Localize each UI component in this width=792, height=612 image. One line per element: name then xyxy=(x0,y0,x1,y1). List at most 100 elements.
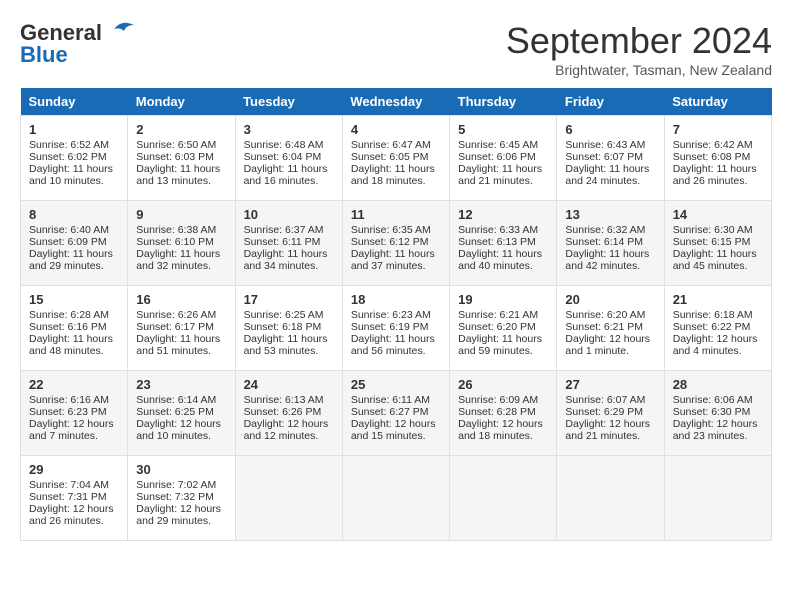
sunset-text: Sunset: 6:14 PM xyxy=(565,236,643,248)
sunrise-text: Sunrise: 6:40 AM xyxy=(29,224,109,236)
calendar-cell: 1Sunrise: 6:52 AMSunset: 6:02 PMDaylight… xyxy=(21,116,128,201)
sunset-text: Sunset: 6:16 PM xyxy=(29,321,107,333)
calendar-cell: 20Sunrise: 6:20 AMSunset: 6:21 PMDayligh… xyxy=(557,286,664,371)
sunset-text: Sunset: 6:06 PM xyxy=(458,151,536,163)
calendar-cell: 21Sunrise: 6:18 AMSunset: 6:22 PMDayligh… xyxy=(664,286,771,371)
calendar-header-row: SundayMondayTuesdayWednesdayThursdayFrid… xyxy=(21,88,772,116)
sunset-text: Sunset: 6:26 PM xyxy=(244,406,322,418)
day-number: 5 xyxy=(458,122,548,137)
calendar-week-row: 1Sunrise: 6:52 AMSunset: 6:02 PMDaylight… xyxy=(21,116,772,201)
sunset-text: Sunset: 6:08 PM xyxy=(673,151,751,163)
day-number: 9 xyxy=(136,207,226,222)
calendar-cell: 3Sunrise: 6:48 AMSunset: 6:04 PMDaylight… xyxy=(235,116,342,201)
calendar-week-row: 29Sunrise: 7:04 AMSunset: 7:31 PMDayligh… xyxy=(21,456,772,541)
calendar-cell: 13 Sunrise: 6:32 AMSunset: 6:14 PMDayligh… xyxy=(557,201,664,286)
sunrise-text: Sunrise: 6:50 AM xyxy=(136,139,216,151)
daylight-text: Daylight: 12 hours and 10 minutes. xyxy=(136,418,221,442)
calendar-cell: 26Sunrise: 6:09 AMSunset: 6:28 PMDayligh… xyxy=(450,371,557,456)
calendar-body: 1Sunrise: 6:52 AMSunset: 6:02 PMDaylight… xyxy=(21,116,772,541)
day-number: 26 xyxy=(458,377,548,392)
day-number: 19 xyxy=(458,292,548,307)
sunrise-text: Sunrise: 6:48 AM xyxy=(244,139,324,151)
day-number: 29 xyxy=(29,462,119,477)
calendar-week-row: 8Sunrise: 6:40 AMSunset: 6:09 PMDaylight… xyxy=(21,201,772,286)
calendar-cell: 7Sunrise: 6:42 AMSunset: 6:08 PMDaylight… xyxy=(664,116,771,201)
daylight-text: Daylight: 12 hours and 1 minute. xyxy=(565,333,650,357)
sunrise-text: Sunrise: 6:32 AM xyxy=(565,224,645,236)
sunset-text: Sunset: 6:20 PM xyxy=(458,321,536,333)
calendar-week-row: 22Sunrise: 6:16 AMSunset: 6:23 PMDayligh… xyxy=(21,371,772,456)
sunrise-text: Sunrise: 6:33 AM xyxy=(458,224,538,236)
day-number: 12 xyxy=(458,207,548,222)
daylight-text: Daylight: 11 hours and 26 minutes. xyxy=(673,163,757,187)
calendar-cell: 28Sunrise: 6:06 AMSunset: 6:30 PMDayligh… xyxy=(664,371,771,456)
sunrise-text: Sunrise: 6:07 AM xyxy=(565,394,645,406)
sunset-text: Sunset: 6:19 PM xyxy=(351,321,429,333)
day-number: 22 xyxy=(29,377,119,392)
sunrise-text: Sunrise: 6:43 AM xyxy=(565,139,645,151)
daylight-text: Daylight: 11 hours and 18 minutes. xyxy=(351,163,435,187)
daylight-text: Daylight: 11 hours and 42 minutes. xyxy=(565,248,649,272)
calendar-cell: 5Sunrise: 6:45 AMSunset: 6:06 PMDaylight… xyxy=(450,116,557,201)
sunrise-text: Sunrise: 7:04 AM xyxy=(29,479,109,491)
daylight-text: Daylight: 11 hours and 29 minutes. xyxy=(29,248,113,272)
title-section: September 2024 Brightwater, Tasman, New … xyxy=(506,20,772,78)
sunrise-text: Sunrise: 6:16 AM xyxy=(29,394,109,406)
daylight-text: Daylight: 11 hours and 37 minutes. xyxy=(351,248,435,272)
daylight-text: Daylight: 11 hours and 48 minutes. xyxy=(29,333,113,357)
daylight-text: Daylight: 12 hours and 23 minutes. xyxy=(673,418,758,442)
daylight-text: Daylight: 11 hours and 45 minutes. xyxy=(673,248,757,272)
sunset-text: Sunset: 6:29 PM xyxy=(565,406,643,418)
calendar-cell: 14Sunrise: 6:30 AMSunset: 6:15 PMDayligh… xyxy=(664,201,771,286)
logo-text-blue: Blue xyxy=(20,42,68,68)
sunrise-text: Sunrise: 6:47 AM xyxy=(351,139,431,151)
sunrise-text: Sunrise: 6:35 AM xyxy=(351,224,431,236)
sunset-text: Sunset: 7:32 PM xyxy=(136,491,214,503)
daylight-text: Daylight: 11 hours and 10 minutes. xyxy=(29,163,113,187)
day-number: 17 xyxy=(244,292,334,307)
sunrise-text: Sunrise: 7:02 AM xyxy=(136,479,216,491)
day-number: 7 xyxy=(673,122,763,137)
sunrise-text: Sunrise: 6:52 AM xyxy=(29,139,109,151)
sunset-text: Sunset: 6:25 PM xyxy=(136,406,214,418)
sunset-text: Sunset: 6:28 PM xyxy=(458,406,536,418)
day-header-tuesday: Tuesday xyxy=(235,88,342,116)
calendar-cell: 2Sunrise: 6:50 AMSunset: 6:03 PMDaylight… xyxy=(128,116,235,201)
day-number: 1 xyxy=(29,122,119,137)
sunrise-text: Sunrise: 6:25 AM xyxy=(244,309,324,321)
daylight-text: Daylight: 11 hours and 13 minutes. xyxy=(136,163,220,187)
sunrise-text: Sunrise: 6:09 AM xyxy=(458,394,538,406)
sunrise-text: Sunrise: 6:20 AM xyxy=(565,309,645,321)
sunrise-text: Sunrise: 6:21 AM xyxy=(458,309,538,321)
sunset-text: Sunset: 6:07 PM xyxy=(565,151,643,163)
calendar-cell: 29Sunrise: 7:04 AMSunset: 7:31 PMDayligh… xyxy=(21,456,128,541)
day-number: 30 xyxy=(136,462,226,477)
day-number: 11 xyxy=(351,207,441,222)
sunrise-text: Sunrise: 6:26 AM xyxy=(136,309,216,321)
daylight-text: Daylight: 11 hours and 40 minutes. xyxy=(458,248,542,272)
calendar-cell: 22Sunrise: 6:16 AMSunset: 6:23 PMDayligh… xyxy=(21,371,128,456)
sunrise-text: Sunrise: 6:37 AM xyxy=(244,224,324,236)
day-number: 13 xyxy=(565,207,655,222)
sunset-text: Sunset: 6:18 PM xyxy=(244,321,322,333)
daylight-text: Daylight: 12 hours and 12 minutes. xyxy=(244,418,329,442)
calendar-cell: 10Sunrise: 6:37 AMSunset: 6:11 PMDayligh… xyxy=(235,201,342,286)
daylight-text: Daylight: 11 hours and 56 minutes. xyxy=(351,333,435,357)
daylight-text: Daylight: 12 hours and 4 minutes. xyxy=(673,333,758,357)
sunset-text: Sunset: 6:13 PM xyxy=(458,236,536,248)
calendar-cell: 15Sunrise: 6:28 AMSunset: 6:16 PMDayligh… xyxy=(21,286,128,371)
calendar-cell xyxy=(235,456,342,541)
day-number: 4 xyxy=(351,122,441,137)
logo-bird-icon xyxy=(104,17,140,41)
sunrise-text: Sunrise: 6:14 AM xyxy=(136,394,216,406)
daylight-text: Daylight: 11 hours and 53 minutes. xyxy=(244,333,328,357)
calendar-cell: 30Sunrise: 7:02 AMSunset: 7:32 PMDayligh… xyxy=(128,456,235,541)
calendar-week-row: 15Sunrise: 6:28 AMSunset: 6:16 PMDayligh… xyxy=(21,286,772,371)
day-header-sunday: Sunday xyxy=(21,88,128,116)
sunset-text: Sunset: 6:15 PM xyxy=(673,236,751,248)
calendar-cell: 17 Sunrise: 6:25 AMSunset: 6:18 PMDayligh… xyxy=(235,286,342,371)
logo: General Blue xyxy=(20,20,140,68)
day-number: 8 xyxy=(29,207,119,222)
daylight-text: Daylight: 11 hours and 16 minutes. xyxy=(244,163,328,187)
daylight-text: Daylight: 11 hours and 59 minutes. xyxy=(458,333,542,357)
